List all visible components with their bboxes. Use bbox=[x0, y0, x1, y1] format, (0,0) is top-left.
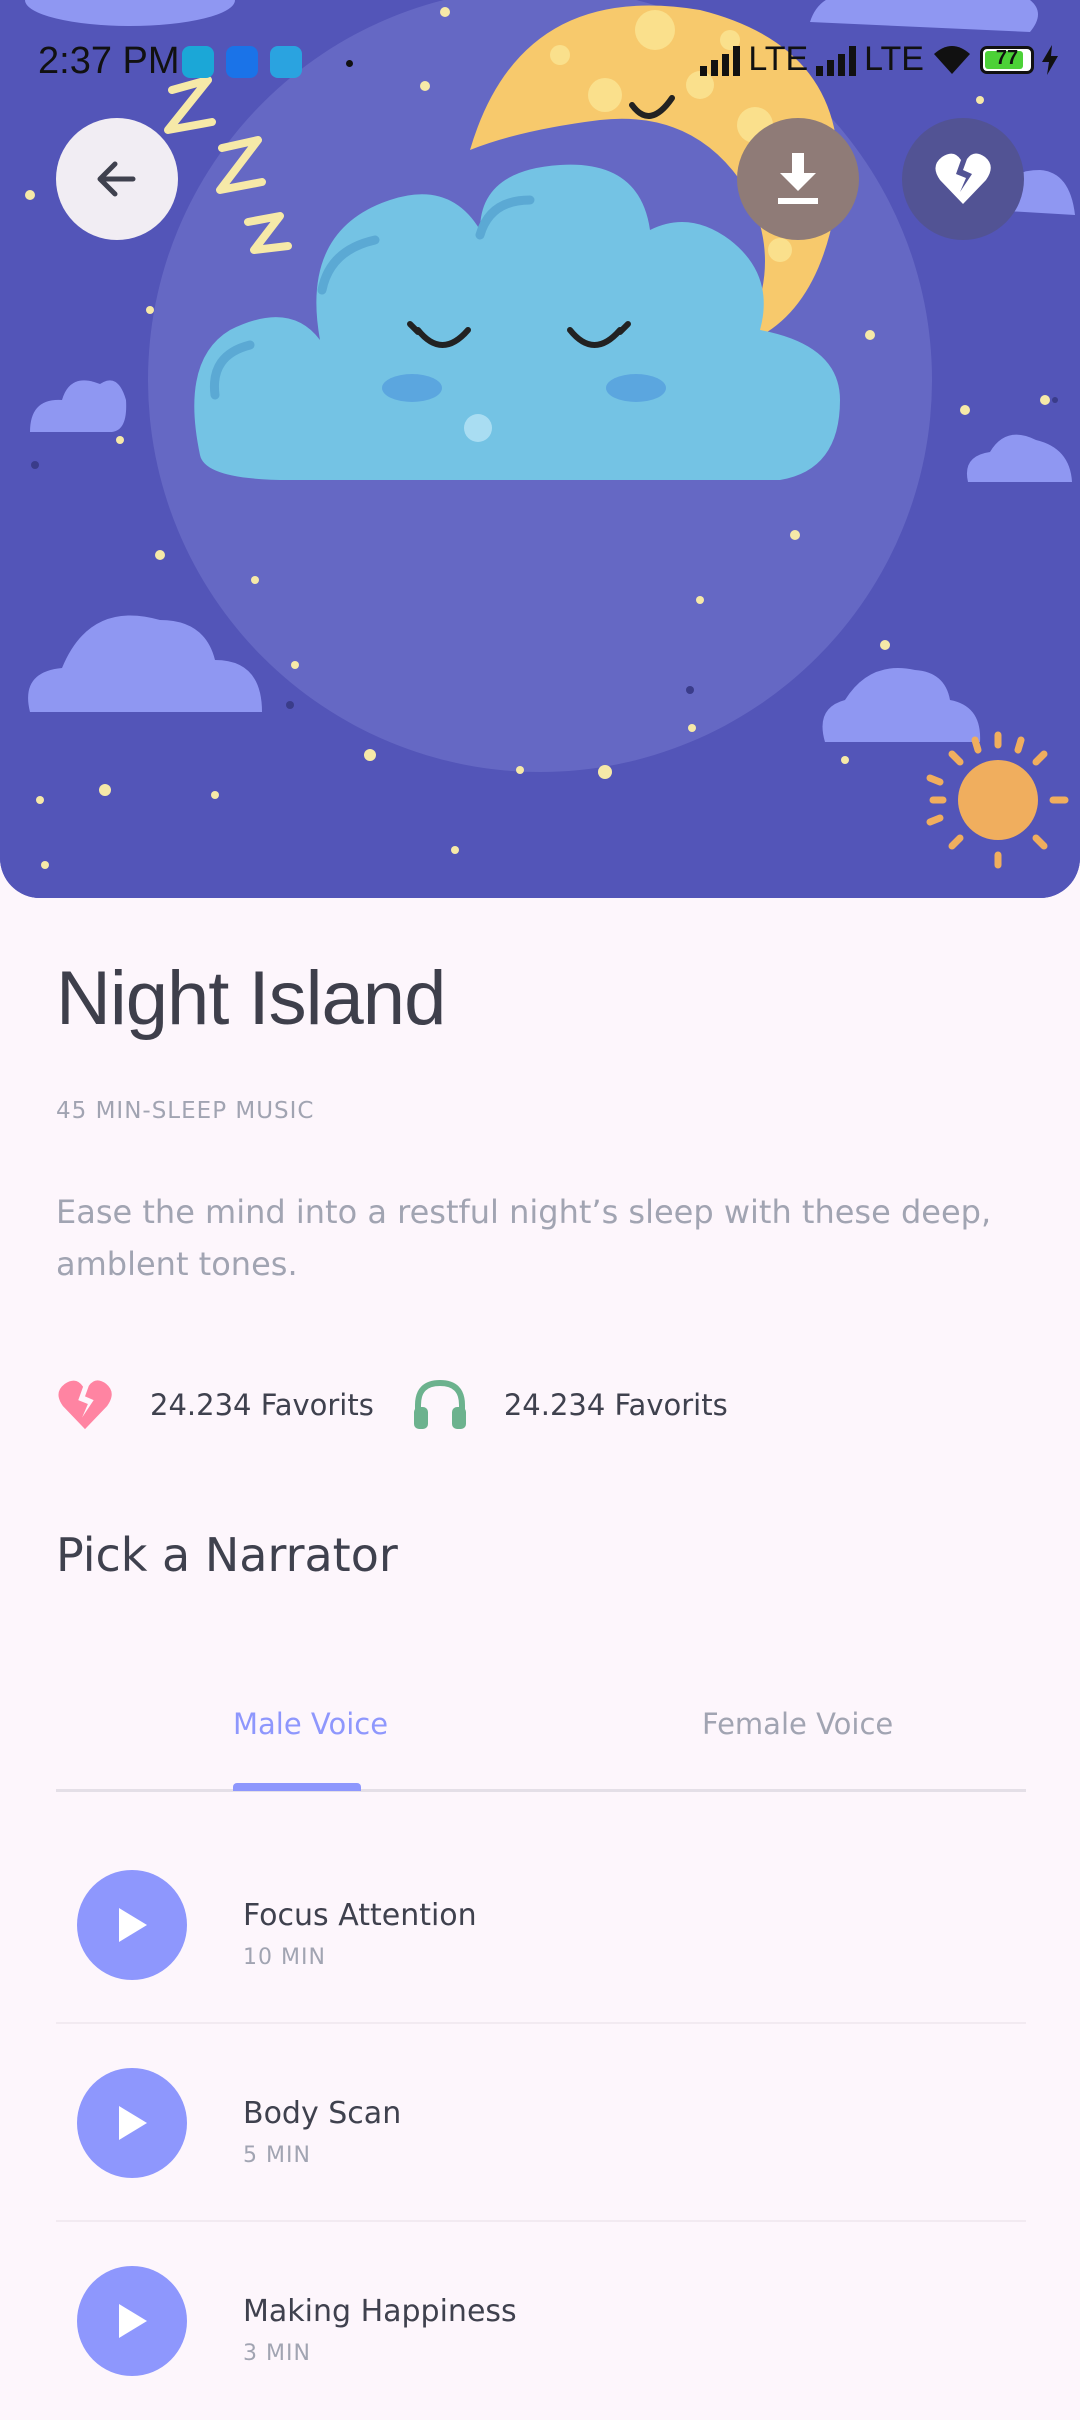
section-title-narrator: Pick a Narrator bbox=[56, 1528, 398, 1582]
favorites-count: 24.234 Favorits bbox=[150, 1388, 374, 1422]
signal-icon bbox=[700, 44, 741, 76]
play-icon bbox=[119, 2304, 147, 2338]
track-title: Body Scan bbox=[243, 2096, 402, 2131]
track-duration: 5 MIN bbox=[243, 2143, 311, 2168]
track-subtitle: 45 MIN-SLEEP MUSIC bbox=[56, 1098, 315, 1124]
tab-divider bbox=[56, 1789, 1026, 1792]
download-button[interactable] bbox=[737, 118, 859, 240]
status-time: 2:37 PM bbox=[38, 40, 180, 82]
track-title: Focus Attention bbox=[243, 1898, 477, 1933]
telegram-icon bbox=[270, 46, 302, 78]
page-title: Night Island bbox=[56, 956, 446, 1041]
arrow-left-icon bbox=[97, 161, 136, 197]
play-button[interactable] bbox=[77, 2266, 187, 2376]
list-item[interactable]: Focus Attention 10 MIN bbox=[56, 1826, 1026, 2024]
play-icon bbox=[119, 2106, 147, 2140]
play-button[interactable] bbox=[77, 1870, 187, 1980]
favorite-button[interactable] bbox=[902, 118, 1024, 240]
track-description: Ease the mind into a restful night’s sle… bbox=[56, 1193, 992, 1283]
back-button[interactable] bbox=[56, 118, 178, 240]
favorites-stat: 24.234 Favorits bbox=[56, 1379, 374, 1431]
track-duration: 10 MIN bbox=[243, 1945, 326, 1970]
notification-icons bbox=[182, 46, 302, 78]
tab-male-voice[interactable]: Male Voice bbox=[233, 1707, 388, 1741]
list-item[interactable]: Body Scan 5 MIN bbox=[56, 2024, 1026, 2222]
listens-count: 24.234 Favorits bbox=[503, 1388, 728, 1422]
download-icon bbox=[778, 153, 818, 204]
app-notification-icon bbox=[226, 46, 258, 78]
track-duration: 3 MIN bbox=[243, 2341, 311, 2366]
narrator-tabs: Male Voice Female Voice bbox=[56, 1695, 1026, 1793]
signal-icon bbox=[816, 44, 857, 76]
headphones-icon bbox=[413, 1379, 466, 1429]
stats-row: 24.234 Favorits 24.234 Favorits bbox=[56, 1375, 728, 1435]
play-icon bbox=[119, 1908, 147, 1942]
battery-icon: 77 bbox=[980, 45, 1034, 74]
listens-stat: 24.234 Favorits bbox=[412, 1379, 728, 1431]
track-title: Making Happiness bbox=[243, 2294, 517, 2329]
sleeping-cloud-moon-illustration bbox=[0, 0, 1080, 898]
status-bar: 2:37 PM LTE LTE 77 bbox=[0, 0, 1080, 128]
more-notifications-dot bbox=[346, 60, 353, 67]
hero-banner bbox=[0, 0, 1080, 898]
play-button[interactable] bbox=[77, 2068, 187, 2178]
network-label: LTE bbox=[748, 40, 809, 78]
charging-icon bbox=[1042, 44, 1058, 75]
broken-heart-icon bbox=[58, 1380, 112, 1430]
broken-heart-icon bbox=[935, 153, 991, 204]
app-notification-icon bbox=[182, 46, 214, 78]
wifi-icon bbox=[934, 45, 970, 74]
tab-active-indicator bbox=[233, 1783, 361, 1791]
tab-female-voice[interactable]: Female Voice bbox=[702, 1707, 893, 1741]
status-indicators: LTE LTE 77 bbox=[700, 40, 1058, 79]
network-label: LTE bbox=[864, 40, 924, 78]
list-item[interactable]: Making Happiness 3 MIN bbox=[56, 2222, 1026, 2420]
